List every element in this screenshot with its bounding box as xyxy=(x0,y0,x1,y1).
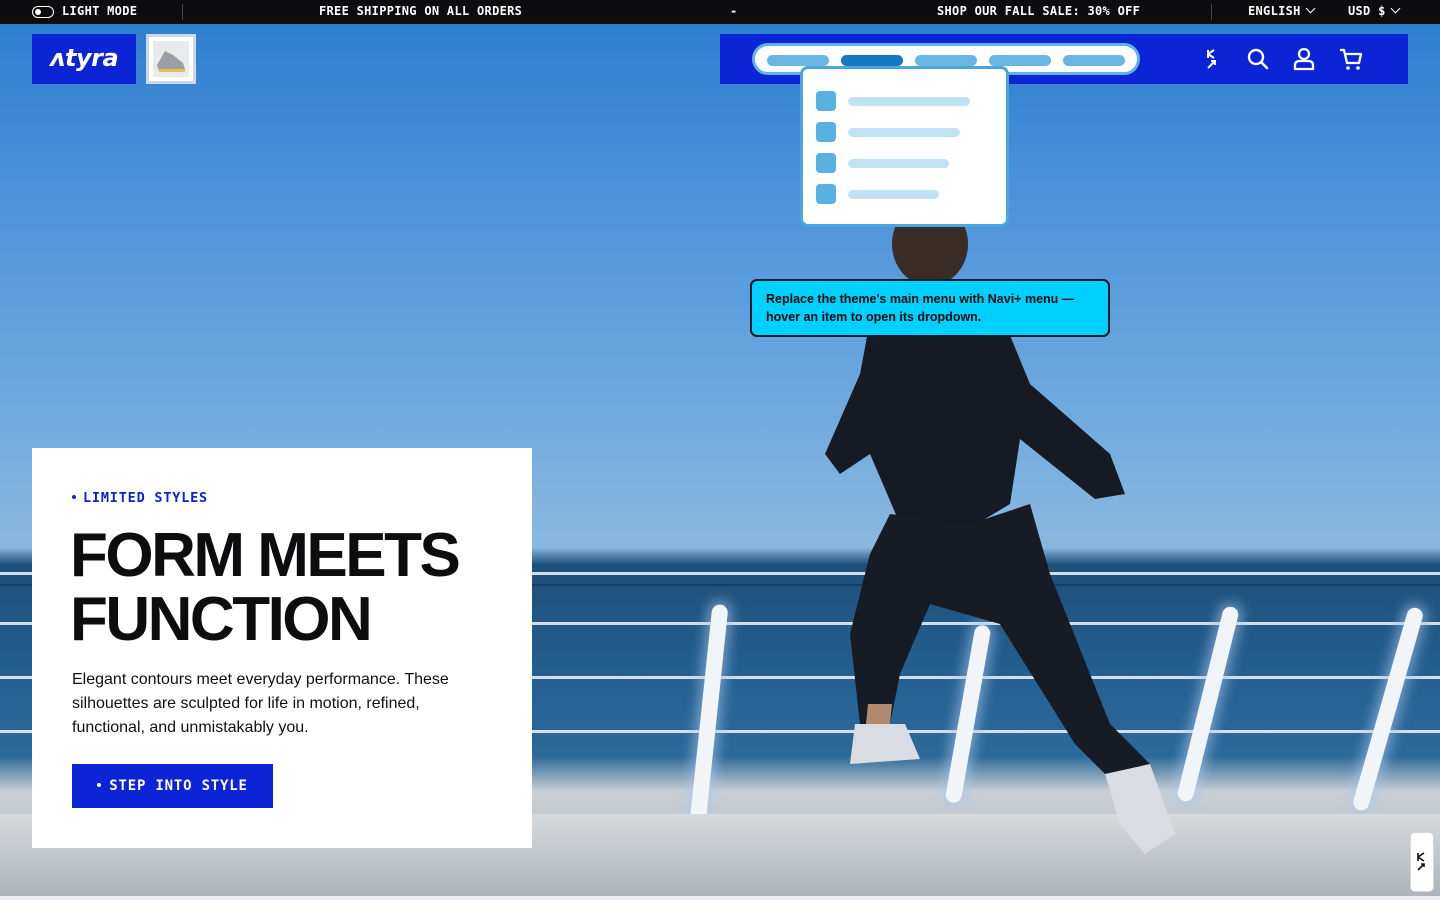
menu-item-3[interactable] xyxy=(915,55,977,66)
hero-eyebrow: LIMITED STYLES xyxy=(72,490,208,506)
account-icon[interactable] xyxy=(1291,46,1317,72)
menu-item-1[interactable] xyxy=(767,55,829,66)
announcement-separator: - xyxy=(730,4,738,18)
currency-label: USD $ xyxy=(1348,4,1386,18)
cart-icon[interactable] xyxy=(1338,46,1364,72)
search-icon[interactable] xyxy=(1245,46,1271,72)
dropdown-item-label xyxy=(848,128,960,137)
divider xyxy=(182,4,183,20)
brand-logo[interactable]: ʌtyra xyxy=(32,34,136,84)
page-bottom-edge xyxy=(0,896,1440,900)
dropdown-item-icon xyxy=(816,122,836,142)
eyebrow-text: LIMITED STYLES xyxy=(83,490,208,506)
announcement-message-shipping: FREE SHIPPING ON ALL ORDERS xyxy=(319,4,523,18)
announcement-bar: LIGHT MODE FREE SHIPPING ON ALL ORDERS -… xyxy=(0,0,1440,24)
language-label: ENGLISH xyxy=(1248,4,1301,18)
navi-plus-icon xyxy=(1417,852,1425,871)
language-selector[interactable]: ENGLISH xyxy=(1248,0,1316,24)
product-thumbnail[interactable] xyxy=(146,34,196,84)
announcement-message-sale[interactable]: SHOP OUR FALL SALE: 30% OFF xyxy=(937,0,1140,24)
dropdown-item-label xyxy=(848,97,970,106)
sneaker-image xyxy=(153,41,189,77)
navi-tooltip: Replace the theme's main menu with Navi+… xyxy=(750,279,1110,337)
dropdown-item-label xyxy=(848,190,939,199)
hero-card: LIMITED STYLES FORM MEETS FUNCTION Elega… xyxy=(32,448,532,848)
railing-post xyxy=(687,603,729,845)
chevron-down-icon xyxy=(1305,3,1316,14)
currency-selector[interactable]: USD $ xyxy=(1348,0,1401,24)
hero-description: Elegant contours meet everyday performan… xyxy=(72,671,449,736)
dropdown-item-label xyxy=(848,159,949,168)
hero-headline: FORM MEETS FUNCTION xyxy=(70,524,510,652)
menu-item-2-active[interactable] xyxy=(841,55,903,66)
navi-dropdown-panel xyxy=(800,66,1009,227)
chevron-down-icon xyxy=(1390,3,1401,14)
bullet-icon xyxy=(72,495,76,499)
navi-plus-floating-widget[interactable] xyxy=(1410,832,1434,892)
theme-toggle-label: LIGHT MODE xyxy=(62,4,138,18)
toggle-icon xyxy=(32,6,54,18)
menu-item-4[interactable] xyxy=(989,55,1051,66)
step-into-style-button[interactable]: STEP INTO STYLE xyxy=(72,764,273,808)
cta-label: STEP INTO STYLE xyxy=(109,778,248,794)
railing-post xyxy=(1351,605,1425,813)
dropdown-item-icon xyxy=(816,153,836,173)
dropdown-item-icon xyxy=(816,91,836,111)
navi-plus-icon[interactable] xyxy=(1200,46,1226,72)
headline-line-2: FUNCTION xyxy=(70,585,373,654)
dropdown-item-icon xyxy=(816,184,836,204)
bullet-icon xyxy=(97,783,102,787)
divider xyxy=(1211,4,1212,20)
menu-item-5[interactable] xyxy=(1063,55,1125,66)
headline-line-1: FORM MEETS xyxy=(70,521,461,590)
